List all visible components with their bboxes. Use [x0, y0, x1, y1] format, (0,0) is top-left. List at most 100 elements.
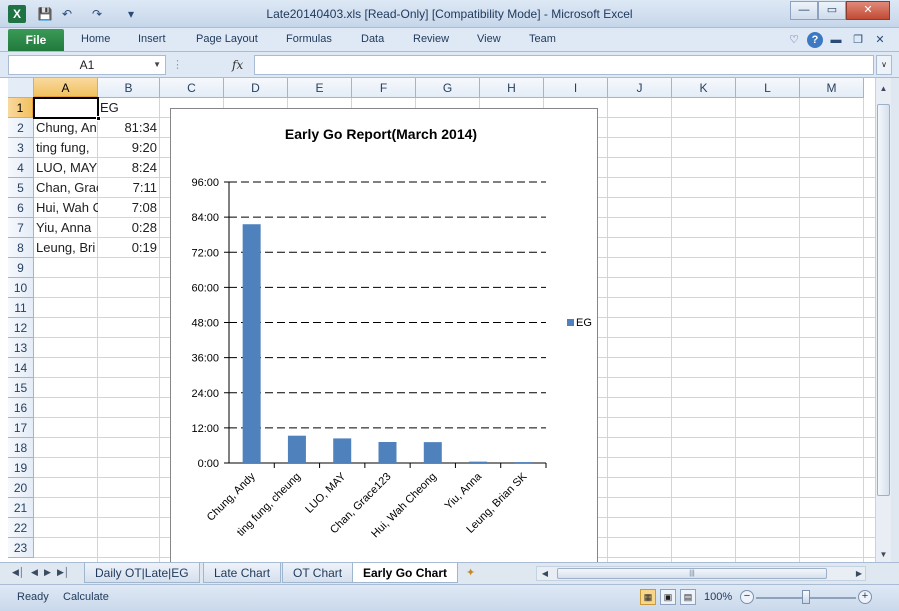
- row-header-9[interactable]: 9: [8, 258, 34, 278]
- column-header-j[interactable]: J: [608, 78, 672, 98]
- minimize-button[interactable]: —: [790, 1, 818, 20]
- row-header-14[interactable]: 14: [8, 358, 34, 378]
- minimize-ribbon-icon[interactable]: ♡: [786, 32, 802, 48]
- tab-review[interactable]: Review: [413, 33, 449, 45]
- expand-formula-bar-icon[interactable]: ∨: [876, 55, 892, 75]
- next-sheet-icon[interactable]: ▶: [44, 567, 51, 578]
- page-break-view-icon[interactable]: ▤: [680, 589, 696, 605]
- prev-sheet-icon[interactable]: ◀: [31, 567, 38, 578]
- workbook-restore-icon[interactable]: ❐: [850, 32, 866, 48]
- help-icon[interactable]: ?: [807, 32, 823, 48]
- vertical-scrollbar[interactable]: ▲ ▼: [875, 78, 891, 562]
- scroll-left-icon[interactable]: ◀: [539, 567, 551, 580]
- row-header-22[interactable]: 22: [8, 518, 34, 538]
- column-header-d[interactable]: D: [224, 78, 288, 98]
- cell-a8[interactable]: Leung, Bri: [34, 238, 98, 258]
- cell-b1[interactable]: EG: [98, 98, 158, 118]
- first-sheet-icon[interactable]: ◀│: [12, 567, 25, 578]
- row-header-1[interactable]: 1: [8, 98, 34, 118]
- row-header-21[interactable]: 21: [8, 498, 34, 518]
- zoom-in-icon[interactable]: +: [858, 590, 872, 604]
- cell-b7[interactable]: 0:28: [98, 218, 159, 238]
- insert-function-icon[interactable]: fx: [232, 55, 250, 75]
- workbook-minimize-icon[interactable]: ▬: [828, 32, 844, 48]
- row-header-19[interactable]: 19: [8, 458, 34, 478]
- row-header-10[interactable]: 10: [8, 278, 34, 298]
- zoom-out-icon[interactable]: −: [740, 590, 754, 604]
- zoom-level[interactable]: 100%: [704, 591, 732, 603]
- cell-a4[interactable]: LUO, MAY: [34, 158, 98, 178]
- cell-b4[interactable]: 8:24: [98, 158, 159, 178]
- row-header-4[interactable]: 4: [8, 158, 34, 178]
- cell-a2[interactable]: Chung, An: [34, 118, 98, 138]
- file-tab[interactable]: File: [8, 29, 64, 51]
- horizontal-scrollbar[interactable]: ◀ ||| ▶: [536, 566, 866, 581]
- row-header-8[interactable]: 8: [8, 238, 34, 258]
- row-header-17[interactable]: 17: [8, 418, 34, 438]
- row-header-6[interactable]: 6: [8, 198, 34, 218]
- row-header-3[interactable]: 3: [8, 138, 34, 158]
- worksheet-grid[interactable]: ABCDEFGHIJKLM 1 2 3 4 5 6 7 8 9 10 11 12 13 14 15 16 17 1…: [0, 78, 875, 562]
- tab-home[interactable]: Home: [81, 33, 110, 45]
- scroll-right-icon[interactable]: ▶: [853, 567, 865, 580]
- close-button[interactable]: ✕: [846, 1, 890, 20]
- sheet-tab-ot-chart[interactable]: OT Chart: [282, 563, 354, 583]
- column-header-l[interactable]: L: [736, 78, 800, 98]
- column-header-i[interactable]: I: [544, 78, 608, 98]
- row-header-2[interactable]: 2: [8, 118, 34, 138]
- column-header-c[interactable]: C: [160, 78, 224, 98]
- cell-b3[interactable]: 9:20: [98, 138, 159, 158]
- scroll-down-icon[interactable]: ▼: [876, 548, 891, 562]
- select-all-corner[interactable]: [8, 78, 34, 98]
- tab-view[interactable]: View: [477, 33, 501, 45]
- formula-input[interactable]: [254, 55, 874, 75]
- row-header-18[interactable]: 18: [8, 438, 34, 458]
- insert-sheet-icon[interactable]: ✦: [466, 566, 484, 580]
- vertical-scroll-thumb[interactable]: [877, 104, 890, 496]
- tab-formulas[interactable]: Formulas: [286, 33, 332, 45]
- row-header-20[interactable]: 20: [8, 478, 34, 498]
- horizontal-scroll-thumb[interactable]: |||: [557, 568, 827, 579]
- row-header-23[interactable]: 23: [8, 538, 34, 558]
- row-header-7[interactable]: 7: [8, 218, 34, 238]
- column-header-g[interactable]: G: [416, 78, 480, 98]
- column-header-h[interactable]: H: [480, 78, 544, 98]
- tab-insert[interactable]: Insert: [138, 33, 166, 45]
- tab-page-layout[interactable]: Page Layout: [196, 33, 258, 45]
- sheet-tab-daily[interactable]: Daily OT|Late|EG: [84, 563, 200, 583]
- normal-view-icon[interactable]: ▦: [640, 589, 656, 605]
- chevron-down-icon[interactable]: ▼: [153, 56, 161, 74]
- zoom-slider-thumb[interactable]: [802, 590, 810, 604]
- status-calculate[interactable]: Calculate: [63, 591, 109, 603]
- tab-team[interactable]: Team: [529, 33, 556, 45]
- early-go-chart[interactable]: Early Go Report(March 2014) 0:00 12:00 24:0…: [170, 108, 598, 562]
- row-header-12[interactable]: 12: [8, 318, 34, 338]
- cell-b8[interactable]: 0:19: [98, 238, 159, 258]
- name-box[interactable]: A1 ▼: [8, 55, 166, 75]
- column-header-a[interactable]: A: [34, 78, 98, 98]
- cell-a6[interactable]: Hui, Wah C: [34, 198, 98, 218]
- cell-a3[interactable]: ting fung,: [34, 138, 98, 158]
- column-header-e[interactable]: E: [288, 78, 352, 98]
- sheet-tab-early-go-chart[interactable]: Early Go Chart: [352, 563, 459, 583]
- column-header-k[interactable]: K: [672, 78, 736, 98]
- restore-button[interactable]: ▭: [818, 1, 846, 20]
- column-header-f[interactable]: F: [352, 78, 416, 98]
- cell-a5[interactable]: Chan, Grac: [34, 178, 98, 198]
- active-cell-a1[interactable]: [33, 97, 101, 121]
- row-header-11[interactable]: 11: [8, 298, 34, 318]
- row-header-15[interactable]: 15: [8, 378, 34, 398]
- column-header-b[interactable]: B: [98, 78, 160, 98]
- cell-b6[interactable]: 7:08: [98, 198, 159, 218]
- scroll-up-icon[interactable]: ▲: [876, 82, 891, 96]
- cell-a7[interactable]: Yiu, Anna: [34, 218, 98, 238]
- cell-b2[interactable]: 81:34: [98, 118, 159, 138]
- row-header-13[interactable]: 13: [8, 338, 34, 358]
- tab-data[interactable]: Data: [361, 33, 384, 45]
- row-header-16[interactable]: 16: [8, 398, 34, 418]
- column-header-m[interactable]: M: [800, 78, 864, 98]
- formula-bar-resize-grip[interactable]: ⋮: [172, 55, 222, 75]
- sheet-tab-late-chart[interactable]: Late Chart: [203, 563, 282, 583]
- page-layout-view-icon[interactable]: ▣: [660, 589, 676, 605]
- last-sheet-icon[interactable]: ▶│: [57, 567, 70, 578]
